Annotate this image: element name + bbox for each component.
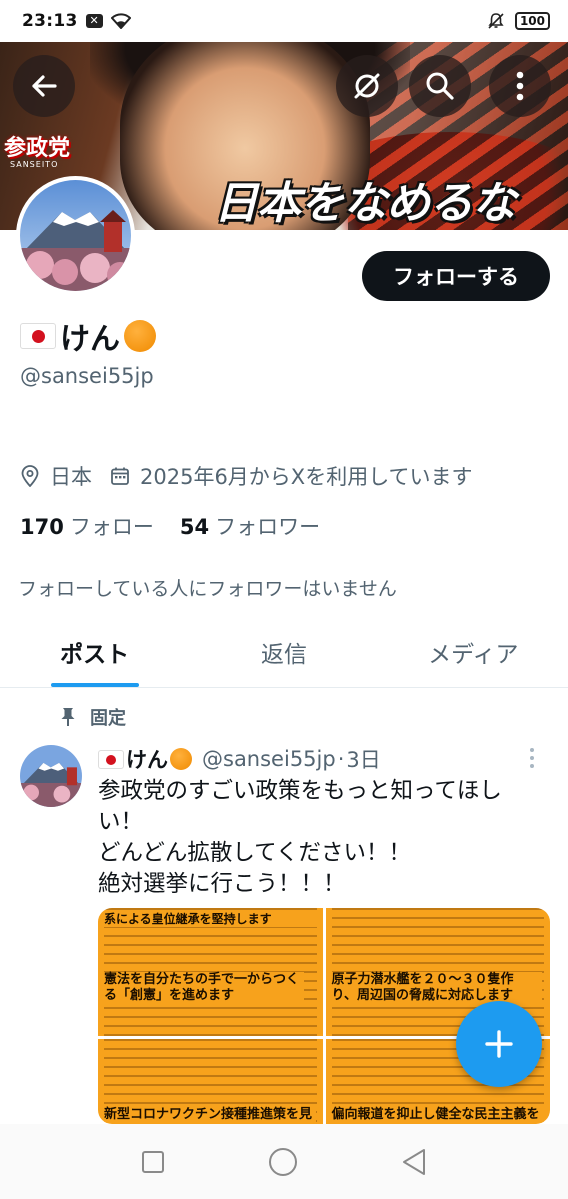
- tab-media[interactable]: メディア: [379, 616, 568, 687]
- tab-posts[interactable]: ポスト: [0, 616, 189, 687]
- profile-display-name: けん: [20, 314, 156, 358]
- media-image[interactable]: 新型コロナワクチン接種推進策を見: [98, 1039, 323, 1124]
- banner-logo-sub: SANSEITO: [10, 160, 59, 169]
- system-nav-bar: [0, 1124, 568, 1199]
- location: 日本: [20, 461, 92, 491]
- home-icon[interactable]: [268, 1147, 298, 1177]
- orange-circle-icon: [124, 320, 156, 352]
- media-image[interactable]: 系による皇位継承を堅持します 憲法を自分たちの手で一からつくる「創憲」を進めます: [98, 908, 323, 1036]
- active-tab-indicator: [50, 683, 139, 687]
- japan-flag-icon: [20, 323, 56, 349]
- profile-handle: @sansei55jp: [20, 364, 154, 388]
- avatar[interactable]: [16, 176, 135, 295]
- more-vertical-icon: [516, 71, 524, 101]
- post-time[interactable]: 3日: [346, 744, 380, 774]
- back-button[interactable]: [13, 55, 75, 117]
- follow-counts: 170 フォロー 54 フォロワー: [20, 511, 320, 541]
- search-button[interactable]: [409, 55, 471, 117]
- mute-icon: [487, 12, 505, 30]
- profile-tabs: ポスト 返信 メディア: [0, 616, 568, 688]
- post-author-name[interactable]: けん: [126, 744, 168, 774]
- compose-button[interactable]: [456, 1001, 542, 1087]
- pin-icon: [61, 708, 75, 726]
- display-name-text: けん: [60, 322, 120, 357]
- followers-link[interactable]: 54 フォロワー: [180, 511, 320, 541]
- post-header: けん @sansei55jp · 3日: [98, 744, 381, 774]
- banner-logo: 参政党: [4, 136, 71, 161]
- grok-button[interactable]: [336, 55, 398, 117]
- post-more-icon[interactable]: [530, 748, 534, 768]
- joined-text: 2025年6月からXを利用しています: [140, 465, 473, 489]
- profile-meta: 日本 2025年6月からXを利用しています: [20, 461, 491, 491]
- wifi-icon: [110, 13, 131, 29]
- x-notification-icon: ✕: [85, 14, 103, 28]
- search-icon: [426, 72, 454, 100]
- location-text: 日本: [50, 465, 92, 489]
- japan-flag-icon: [98, 749, 124, 769]
- orange-circle-icon: [170, 748, 192, 770]
- mutual-followers-note: フォローしている人にフォロワーはいません: [18, 578, 397, 600]
- back-icon[interactable]: [401, 1148, 427, 1176]
- calendar-icon: [111, 467, 129, 485]
- back-arrow-icon: [32, 75, 57, 97]
- tab-replies[interactable]: 返信: [189, 616, 378, 687]
- joined-date: 2025年6月からXを利用しています: [110, 461, 473, 491]
- post-avatar[interactable]: [20, 745, 82, 807]
- plus-icon: [485, 1030, 513, 1058]
- banner-slogan: 日本をなめるな: [214, 178, 516, 229]
- post-text: 参政党のすごい政策をもっと知ってほし い！ どんどん拡散してください！！ 絶対選…: [98, 778, 502, 897]
- more-button[interactable]: [489, 55, 551, 117]
- status-bar: 23:13 ✕ 100: [0, 0, 568, 42]
- location-pin-icon: [21, 465, 39, 487]
- recents-icon[interactable]: [141, 1150, 165, 1174]
- battery-icon: 100: [514, 12, 550, 30]
- status-time: 23:13: [22, 11, 78, 31]
- slashed-circle-icon: [354, 73, 380, 99]
- pinned-indicator: 固定: [60, 704, 126, 730]
- post-author-handle[interactable]: @sansei55jp: [202, 747, 336, 771]
- following-link[interactable]: 170 フォロー: [20, 511, 154, 541]
- follow-button[interactable]: フォローする: [362, 251, 550, 301]
